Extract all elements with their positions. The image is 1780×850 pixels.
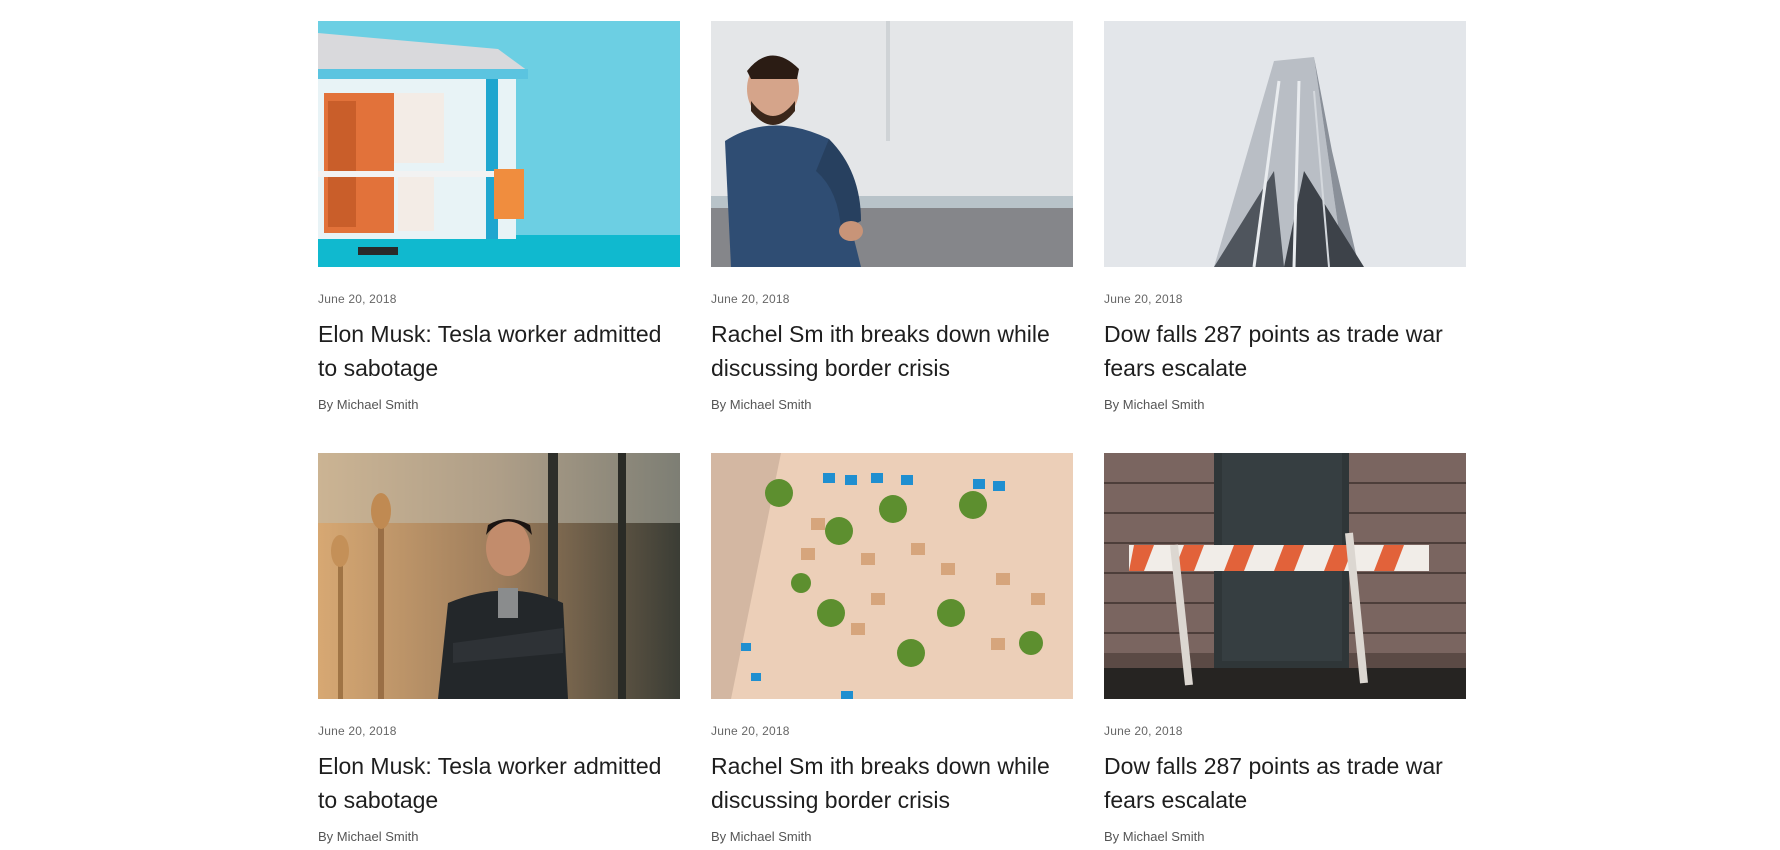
- article-image-link[interactable]: [318, 453, 680, 699]
- article-author: By Michael Smith: [711, 829, 812, 844]
- article-card: June 20, 2018 Dow falls 287 points as tr…: [1104, 21, 1466, 413]
- article-title[interactable]: Dow falls 287 points as trade war fears …: [1104, 749, 1466, 817]
- article-image-link[interactable]: [1104, 21, 1466, 267]
- article-title[interactable]: Rachel Sm ith breaks down while discussi…: [711, 317, 1073, 385]
- article-card: June 20, 2018 Rachel Sm ith breaks down …: [711, 453, 1073, 845]
- article-grid: June 20, 2018 Elon Musk: Tesla worker ad…: [318, 21, 1466, 845]
- article-image-link[interactable]: [1104, 453, 1466, 699]
- skyscraper-photo: [1104, 21, 1466, 267]
- article-date: June 20, 2018: [318, 292, 397, 306]
- article-date: June 20, 2018: [711, 724, 790, 738]
- article-date: June 20, 2018: [1104, 724, 1183, 738]
- article-image-link[interactable]: [318, 21, 680, 267]
- article-card: June 20, 2018 Rachel Sm ith breaks down …: [711, 21, 1073, 413]
- article-date: June 20, 2018: [1104, 292, 1183, 306]
- article-title[interactable]: Rachel Sm ith breaks down while discussi…: [711, 749, 1073, 817]
- article-card: June 20, 2018 Elon Musk: Tesla worker ad…: [318, 453, 680, 845]
- article-author: By Michael Smith: [1104, 397, 1205, 412]
- article-date: June 20, 2018: [711, 292, 790, 306]
- article-author: By Michael Smith: [318, 829, 419, 844]
- article-image-link[interactable]: [711, 21, 1073, 267]
- article-title[interactable]: Elon Musk: Tesla worker admitted to sabo…: [318, 749, 680, 817]
- article-author: By Michael Smith: [1104, 829, 1205, 844]
- article-author: By Michael Smith: [711, 397, 812, 412]
- article-card: June 20, 2018 Dow falls 287 points as tr…: [1104, 453, 1466, 845]
- barricade-door-photo: [1104, 453, 1466, 699]
- article-title[interactable]: Elon Musk: Tesla worker admitted to sabo…: [318, 317, 680, 385]
- smiling-man-photo: [318, 453, 680, 699]
- article-title[interactable]: Dow falls 287 points as trade war fears …: [1104, 317, 1466, 385]
- article-date: June 20, 2018: [318, 724, 397, 738]
- lifeguard-tower-photo: [318, 21, 680, 267]
- bearded-man-photo: [711, 21, 1073, 267]
- aerial-beach-photo: [711, 453, 1073, 699]
- article-author: By Michael Smith: [318, 397, 419, 412]
- article-image-link[interactable]: [711, 453, 1073, 699]
- article-card: June 20, 2018 Elon Musk: Tesla worker ad…: [318, 21, 680, 413]
